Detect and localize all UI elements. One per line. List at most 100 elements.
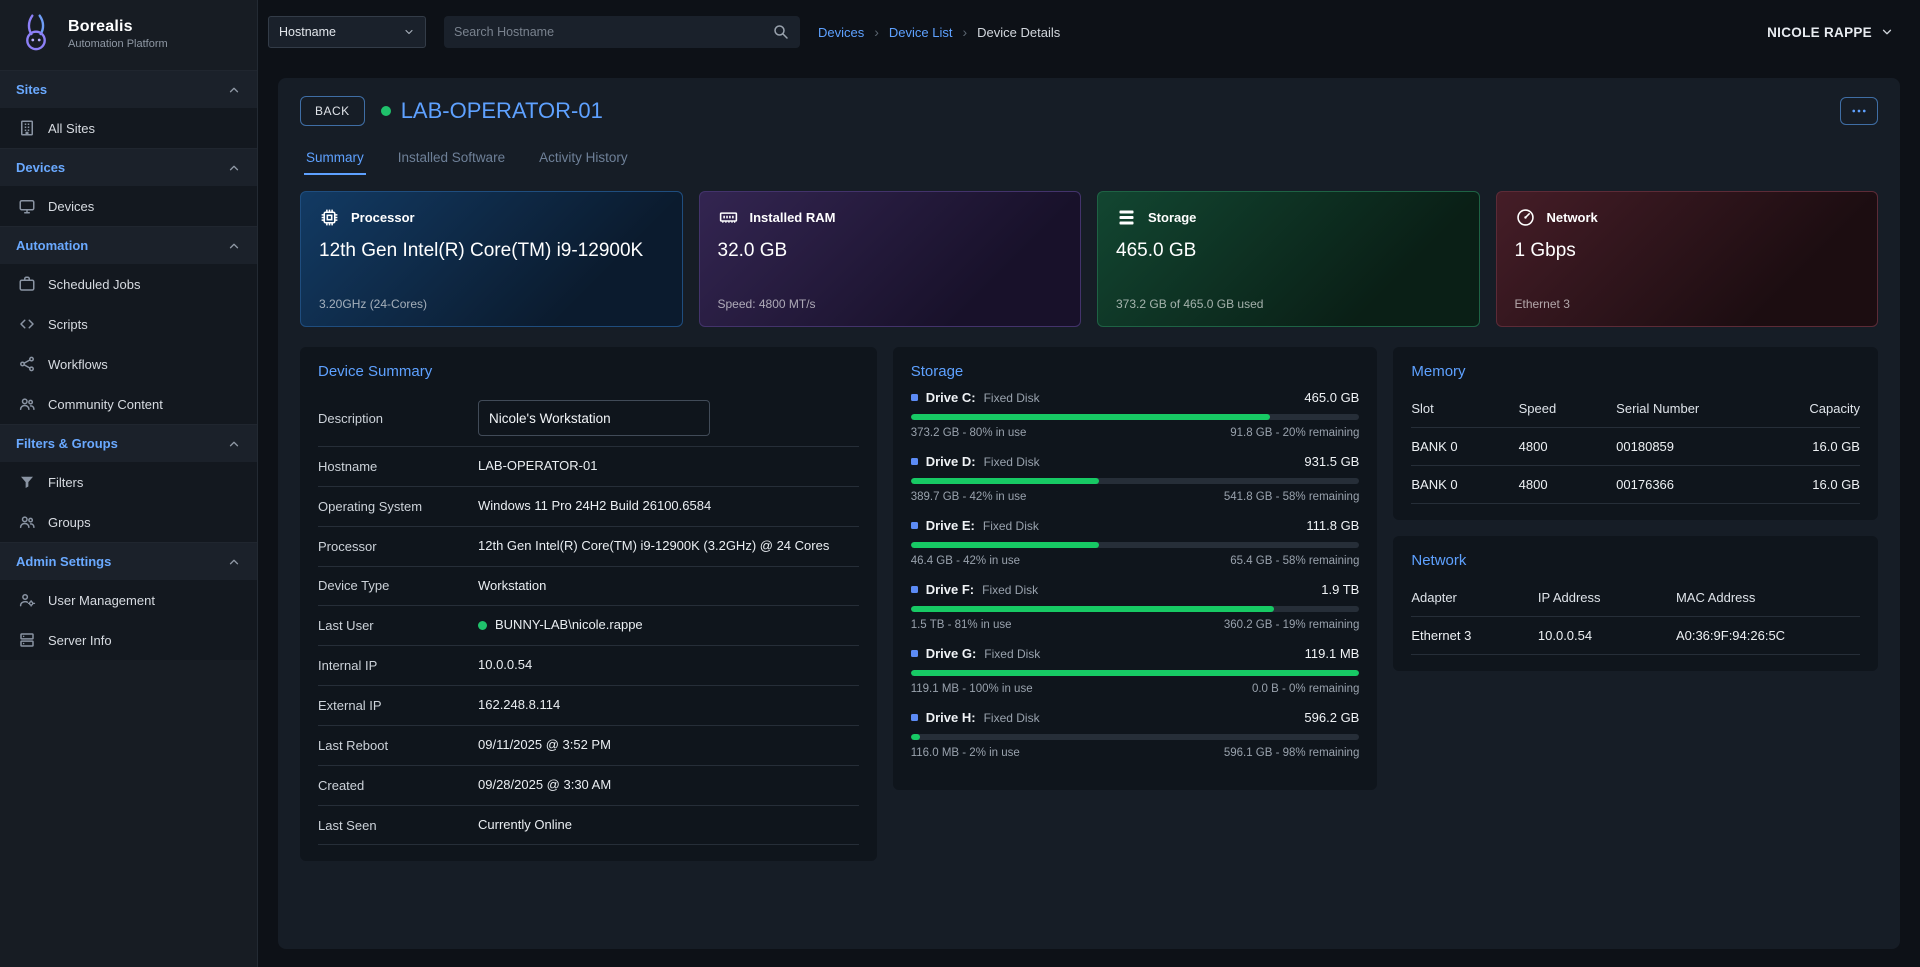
summary-row-label: Last Seen: [318, 818, 468, 833]
summary-row-value: LAB-OPERATOR-01: [478, 457, 859, 476]
ellipsis-icon: [1850, 102, 1868, 120]
drive-usage-fill: [911, 606, 1274, 612]
drive-head: Drive D: Fixed Disk 931.5 GB: [911, 454, 1360, 469]
drive-stats: 389.7 GB - 42% in use 541.8 GB - 58% rem…: [911, 491, 1360, 503]
stat-card-label: Processor: [351, 210, 415, 225]
drive-size: 1.9 TB: [1321, 582, 1359, 597]
right-column: Memory Slot Speed Serial Number Capacity…: [1393, 347, 1878, 671]
stat-card-storage: Storage 465.0 GB 373.2 GB of 465.0 GB us…: [1097, 191, 1480, 327]
drive-type: Fixed Disk: [982, 583, 1038, 597]
drive-name: Drive G:: [926, 646, 977, 661]
sidebar-item-scheduled-jobs[interactable]: Scheduled Jobs: [0, 264, 257, 304]
search-hostname-box: [444, 16, 800, 48]
sidebar-item-label: Scheduled Jobs: [48, 277, 141, 292]
drive-head: Drive E: Fixed Disk 111.8 GB: [911, 518, 1360, 533]
memory-table: Slot Speed Serial Number Capacity BANK 0…: [1411, 390, 1860, 504]
sidebar-item-community-content[interactable]: Community Content: [0, 384, 257, 424]
summary-row-description: Description: [318, 390, 859, 447]
sidebar-section-devices[interactable]: Devices: [0, 148, 257, 186]
chevron-up-icon: [227, 555, 241, 569]
sidebar-item-filters[interactable]: Filters: [0, 462, 257, 502]
drive-row-f: Drive F: Fixed Disk 1.9 TB 1.5 TB - 81% …: [911, 582, 1360, 631]
summary-row-label: Processor: [318, 539, 468, 554]
memory-card: Memory Slot Speed Serial Number Capacity…: [1393, 347, 1878, 520]
stat-card-value: 32.0 GB: [718, 240, 1063, 262]
breadcrumb-devices[interactable]: Devices: [818, 25, 864, 40]
memory-cell-speed: 4800: [1519, 466, 1617, 504]
drive-usage-fill: [911, 670, 1360, 676]
user-menu[interactable]: NICOLE RAPPE: [1767, 25, 1894, 40]
summary-row-external-ip: External IP 162.248.8.114: [318, 686, 859, 726]
drive-remaining: 360.2 GB - 19% remaining: [1224, 619, 1360, 631]
people-icon: [18, 395, 36, 413]
drive-used: 46.4 GB - 42% in use: [911, 555, 1020, 567]
drive-stats: 119.1 MB - 100% in use 0.0 B - 0% remain…: [911, 683, 1360, 695]
sidebar-item-server-info[interactable]: Server Info: [0, 620, 257, 660]
online-status-dot: [478, 621, 487, 630]
back-button[interactable]: BACK: [300, 96, 365, 126]
memory-header-speed: Speed: [1519, 390, 1617, 428]
drive-bullet-icon: [911, 650, 918, 657]
drive-usage-bar: [911, 606, 1360, 612]
online-status-dot: [381, 106, 391, 116]
drive-type: Fixed Disk: [984, 391, 1040, 405]
brand-name: Borealis: [68, 18, 168, 36]
drive-name: Drive C:: [926, 390, 976, 405]
summary-row-value: Workstation: [478, 577, 859, 596]
drive-usage-bar: [911, 414, 1360, 420]
tab-summary[interactable]: Summary: [304, 142, 366, 175]
drive-stats: 116.0 MB - 2% in use 596.1 GB - 98% rema…: [911, 747, 1360, 759]
sidebar-item-all-sites[interactable]: All Sites: [0, 108, 257, 148]
sidebar-item-workflows[interactable]: Workflows: [0, 344, 257, 384]
summary-row-label: Created: [318, 778, 468, 793]
drive-used: 119.1 MB - 100% in use: [911, 683, 1033, 695]
summary-row-value: 10.0.0.54: [478, 656, 859, 675]
sidebar-item-scripts[interactable]: Scripts: [0, 304, 257, 344]
tab-activity-history[interactable]: Activity History: [537, 142, 630, 175]
sidebar-item-user-management[interactable]: User Management: [0, 580, 257, 620]
stat-head: Installed RAM: [718, 207, 1063, 228]
sidebar-section-automation[interactable]: Automation: [0, 226, 257, 264]
brand-text: Borealis Automation Platform: [68, 18, 168, 50]
processor-icon: [319, 207, 340, 228]
sidebar-item-groups[interactable]: Groups: [0, 502, 257, 542]
stat-head: Processor: [319, 207, 664, 228]
sidebar-section-filters-groups[interactable]: Filters & Groups: [0, 424, 257, 462]
briefcase-icon: [18, 275, 36, 293]
chevron-up-icon: [227, 239, 241, 253]
summary-row-label: Hostname: [318, 459, 468, 474]
summary-row-last-reboot: Last Reboot 09/11/2025 @ 3:52 PM: [318, 726, 859, 766]
drive-size: 596.2 GB: [1304, 710, 1359, 725]
description-input[interactable]: [478, 400, 710, 436]
sidebar-section-admin-settings[interactable]: Admin Settings: [0, 542, 257, 580]
summary-row-value: 12th Gen Intel(R) Core(TM) i9-12900K (3.…: [478, 537, 859, 556]
sidebar-item-label: Devices: [48, 199, 94, 214]
sidebar-item-devices[interactable]: Devices: [0, 186, 257, 226]
more-actions-button[interactable]: [1840, 97, 1878, 125]
breadcrumb-separator: ›: [963, 24, 968, 40]
tab-installed-software[interactable]: Installed Software: [396, 142, 507, 175]
search-input[interactable]: [454, 25, 772, 39]
sidebar-section-sites[interactable]: Sites: [0, 70, 257, 108]
drive-usage-fill: [911, 414, 1270, 420]
stat-card-footer: Ethernet 3: [1515, 297, 1860, 311]
summary-row-label: External IP: [318, 698, 468, 713]
drive-name: Drive E:: [926, 518, 975, 533]
drive-used: 1.5 TB - 81% in use: [911, 619, 1012, 631]
card-title: Device Summary: [318, 363, 859, 380]
monitor-icon: [18, 197, 36, 215]
building-icon: [18, 119, 36, 137]
drive-type: Fixed Disk: [984, 711, 1040, 725]
chevron-up-icon: [227, 437, 241, 451]
breadcrumb-device-list[interactable]: Device List: [889, 25, 953, 40]
sidebar-item-label: Scripts: [48, 317, 88, 332]
hostname-filter-select[interactable]: Hostname: [268, 16, 426, 48]
summary-row-value: 09/11/2025 @ 3:52 PM: [478, 736, 859, 755]
drive-type: Fixed Disk: [984, 455, 1040, 469]
network-table: Adapter IP Address MAC Address Ethernet …: [1411, 579, 1860, 655]
memory-cell-serial: 00176366: [1616, 466, 1762, 504]
sidebar-item-label: Filters: [48, 475, 83, 490]
drive-row-d: Drive D: Fixed Disk 931.5 GB 389.7 GB - …: [911, 454, 1360, 503]
drive-usage-bar: [911, 734, 1360, 740]
card-title: Network: [1411, 552, 1860, 569]
